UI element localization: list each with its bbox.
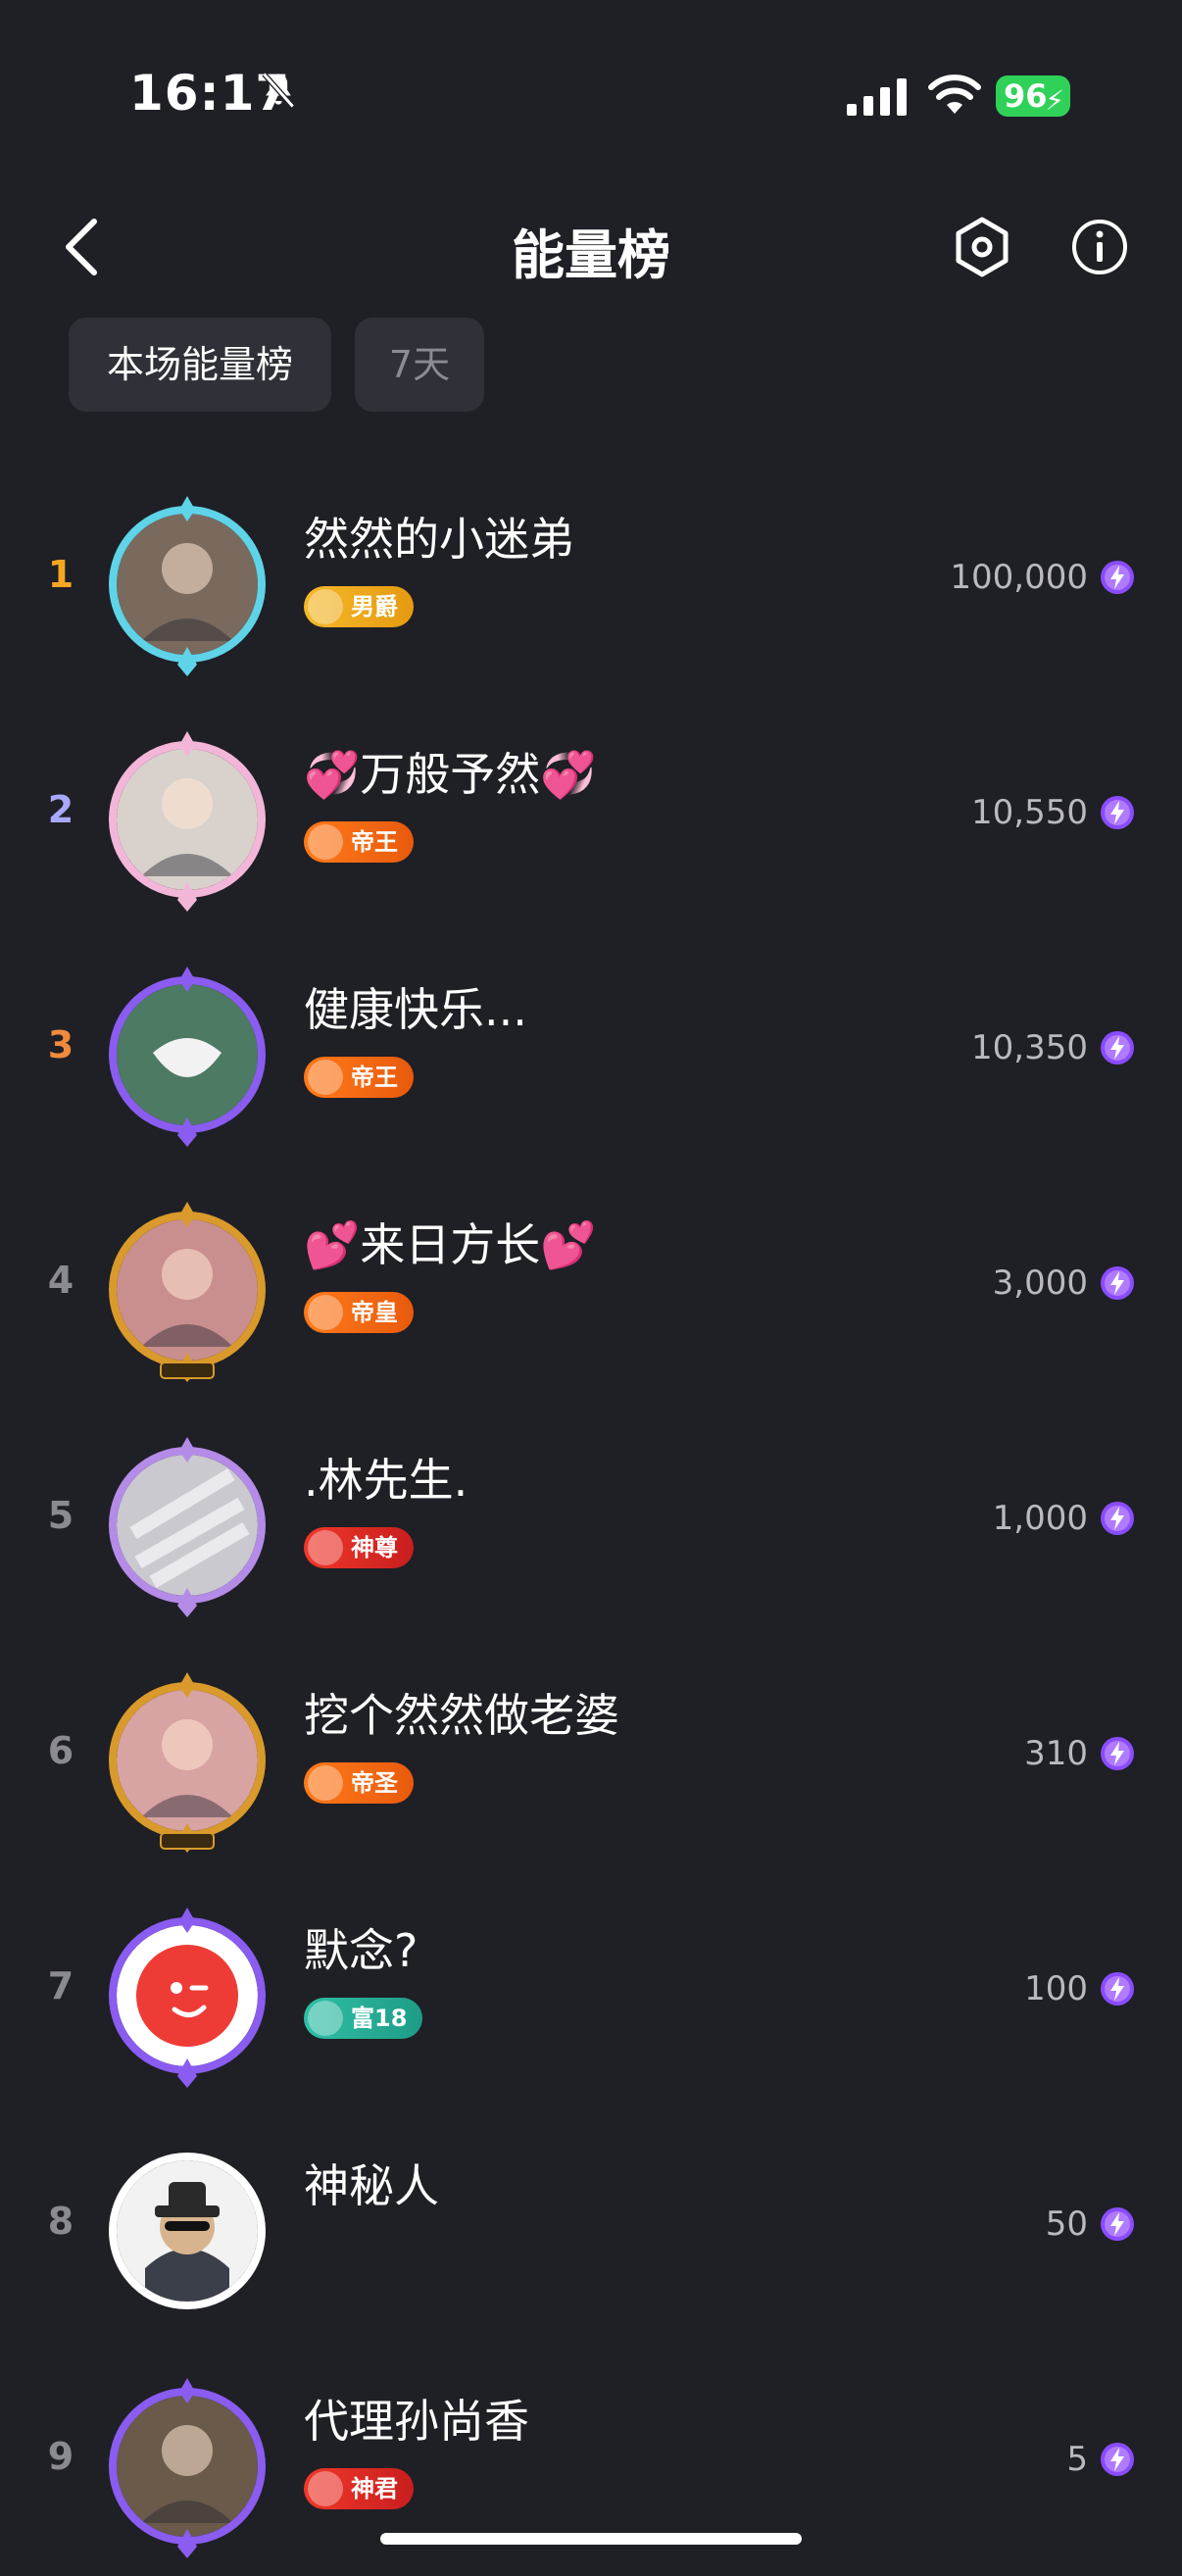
rank-number: 7 <box>47 1964 74 2007</box>
user-avatar[interactable] <box>84 1886 290 2092</box>
energy-score: 310 <box>1024 1734 1088 1773</box>
leaderboard-row[interactable]: 2 💞万般予然💞 帝王 10,550 <box>0 694 1182 929</box>
level-badge-icon <box>308 2471 343 2506</box>
level-badge-label: 帝王 <box>351 828 398 856</box>
user-avatar[interactable] <box>84 1415 290 1621</box>
score-group: 5 <box>1066 2435 1135 2484</box>
status-bar: 16:17 96 ⚡ <box>0 0 1182 186</box>
score-group: 50 <box>1046 2200 1135 2249</box>
user-avatar[interactable] <box>84 945 290 1151</box>
wifi-icon <box>928 74 981 114</box>
user-avatar[interactable] <box>84 2121 290 2327</box>
user-name: 代理孙尚香 <box>304 2395 529 2448</box>
energy-score: 5 <box>1066 2440 1088 2479</box>
rank-number: 8 <box>47 2200 74 2243</box>
leaderboard-row[interactable]: 7 默念? 富18 100 <box>0 1870 1182 2105</box>
bell-muted-icon <box>262 72 295 109</box>
charging-icon: ⚡ <box>1045 84 1064 117</box>
user-avatar[interactable] <box>84 2356 290 2562</box>
score-group: 3,000 <box>993 1259 1135 1308</box>
user-name: 默念? <box>304 1924 419 1977</box>
score-group: 1,000 <box>993 1494 1135 1543</box>
energy-bolt-icon <box>1101 2443 1134 2476</box>
leaderboard-row[interactable]: 6 挖个然然做老婆帝圣 310 <box>0 1635 1182 1870</box>
user-name: 然然的小迷弟 <box>304 513 574 566</box>
level-badge: 男爵 <box>304 586 414 627</box>
level-badge-label: 神尊 <box>351 1534 398 1561</box>
level-badge-icon <box>308 2001 343 2036</box>
user-name: .林先生. <box>304 1454 468 1507</box>
energy-bolt-icon <box>1101 2207 1134 2241</box>
level-badge: 帝皇 <box>304 1292 414 1333</box>
energy-bolt-icon <box>1101 1031 1134 1065</box>
energy-bolt-icon <box>1101 561 1134 594</box>
battery-level: 96 <box>1004 77 1048 115</box>
tab-current-session[interactable]: 本场能量榜 <box>69 318 331 412</box>
energy-score: 50 <box>1045 2204 1088 2244</box>
user-avatar[interactable] <box>84 710 290 916</box>
battery-indicator: 96 ⚡ <box>996 75 1070 117</box>
score-group: 10,350 <box>971 1023 1135 1072</box>
leaderboard-row[interactable]: 8 神秘人 50 <box>0 2105 1182 2341</box>
user-avatar[interactable] <box>84 1180 290 1386</box>
level-badge: 神尊 <box>304 1527 414 1568</box>
score-group: 10,550 <box>971 788 1135 837</box>
energy-score: 10,550 <box>971 793 1088 832</box>
level-badge-icon <box>308 1295 343 1330</box>
level-badge-label: 富18 <box>351 2005 408 2032</box>
level-badge-label: 男爵 <box>351 593 398 620</box>
energy-score: 100,000 <box>950 558 1088 597</box>
user-avatar[interactable] <box>84 474 290 680</box>
rank-number: 6 <box>47 1729 74 1772</box>
leaderboard-row[interactable]: 3 健康快乐... 帝王 10,350 <box>0 929 1182 1164</box>
user-name: 健康快乐... <box>304 983 527 1036</box>
energy-score: 3,000 <box>992 1263 1088 1303</box>
level-badge-label: 帝皇 <box>351 1299 398 1326</box>
user-name: 💕来日方长💕 <box>304 1218 597 1271</box>
energy-score: 100 <box>1024 1969 1088 2008</box>
energy-bolt-icon <box>1101 1502 1134 1535</box>
settings-hexagon-icon[interactable] <box>951 216 1013 278</box>
level-badge: 帝圣 <box>304 1762 414 1804</box>
leaderboard-row[interactable]: 4 💕来日方长💕 帝皇 3,000 <box>0 1164 1182 1400</box>
user-name: 挖个然然做老婆 <box>304 1689 619 1742</box>
level-badge: 帝王 <box>304 821 414 863</box>
rank-number: 1 <box>47 553 74 596</box>
user-avatar[interactable] <box>84 1651 290 1857</box>
level-badge-label: 帝圣 <box>351 1769 398 1797</box>
level-badge: 帝王 <box>304 1057 414 1098</box>
rank-number: 4 <box>47 1259 74 1302</box>
user-name: 神秘人 <box>304 2159 439 2212</box>
rank-number: 9 <box>47 2435 74 2478</box>
rank-number: 5 <box>47 1494 74 1537</box>
score-group: 310 <box>1024 1729 1135 1778</box>
level-badge: 神君 <box>304 2468 414 2509</box>
energy-bolt-icon <box>1101 1266 1134 1300</box>
level-badge: 富18 <box>304 1998 423 2039</box>
level-badge-icon <box>308 1060 343 1095</box>
home-indicator[interactable] <box>380 2533 802 2545</box>
level-badge-label: 帝王 <box>351 1064 398 1091</box>
leaderboard-row[interactable]: 1 然然的小迷弟男爵 100,000 <box>0 459 1182 694</box>
energy-score: 10,350 <box>971 1028 1088 1067</box>
user-name: 💞万般予然💞 <box>304 748 597 801</box>
level-badge-icon <box>308 1765 343 1801</box>
rank-number: 3 <box>47 1023 74 1066</box>
level-badge-icon <box>308 1530 343 1565</box>
leaderboard-row[interactable]: 5 .林先生. 神尊 1,000 <box>0 1400 1182 1635</box>
score-group: 100 <box>1024 1964 1135 2013</box>
energy-bolt-icon <box>1101 1972 1134 2006</box>
level-badge-icon <box>308 589 343 624</box>
cellular-signal-icon <box>847 78 907 116</box>
rank-number: 2 <box>47 788 74 831</box>
energy-bolt-icon <box>1101 1737 1134 1770</box>
level-badge-icon <box>308 824 343 860</box>
score-group: 100,000 <box>950 553 1135 602</box>
tab-7-days[interactable]: 7天 <box>355 318 484 412</box>
energy-bolt-icon <box>1101 796 1134 829</box>
info-icon[interactable] <box>1070 218 1129 276</box>
energy-score: 1,000 <box>992 1499 1088 1538</box>
level-badge-label: 神君 <box>351 2475 398 2502</box>
